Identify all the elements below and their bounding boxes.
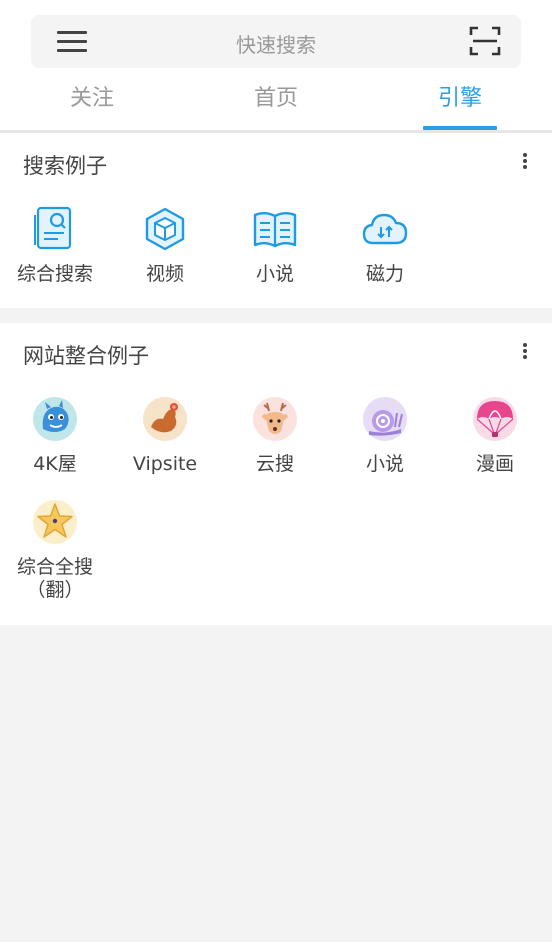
search-examples-title: 搜索例子	[23, 154, 107, 178]
parachute-avatar-icon	[473, 397, 517, 441]
site-item-label: 漫画	[475, 453, 514, 475]
engine-item-novel[interactable]: 小说	[220, 205, 330, 286]
tab-home[interactable]: 首页	[221, 80, 331, 130]
search-examples-card: 搜索例子 综合搜索 视频 小说 磁力	[0, 133, 552, 308]
document-search-icon	[34, 206, 72, 250]
snail-avatar-icon	[363, 397, 407, 441]
tab-follow[interactable]: 关注	[37, 80, 147, 130]
site-examples-card: 网站整合例子 4K屋 Vipsite 云搜 小说 漫画 综合全搜 （翻）	[0, 323, 552, 625]
site-item-label: Vipsite	[132, 453, 198, 475]
search-input[interactable]: 快速搜索	[31, 29, 521, 58]
more-options-icon[interactable]	[520, 151, 530, 175]
site-item-label: 小说	[365, 453, 404, 475]
site-item-4k[interactable]: 4K屋	[0, 395, 110, 476]
site-item-novel[interactable]: 小说	[330, 395, 440, 476]
site-item-all-search[interactable]: 综合全搜 （翻）	[0, 498, 110, 602]
more-options-icon[interactable]	[520, 341, 530, 365]
deer-avatar-icon	[253, 397, 297, 441]
open-book-icon	[253, 212, 297, 248]
site-item-label: 云搜	[255, 453, 294, 475]
site-item-vipsite[interactable]: Vipsite	[110, 395, 220, 476]
tab-bar: 关注 首页 引擎	[0, 80, 552, 130]
engine-item-label: 视频	[145, 263, 184, 285]
site-item-label: 4K屋	[33, 453, 77, 475]
scan-icon[interactable]	[469, 26, 501, 56]
engine-item-video[interactable]: 视频	[110, 205, 220, 286]
site-item-comic[interactable]: 漫画	[440, 395, 550, 476]
top-bar: 快速搜索 关注 首页 引擎	[0, 0, 552, 130]
engine-item-label: 综合搜索	[16, 263, 93, 285]
flexed-arm-avatar-icon	[143, 397, 187, 441]
site-item-cloud-search[interactable]: 云搜	[220, 395, 330, 476]
cube-icon	[145, 207, 185, 251]
cloud-icon	[362, 213, 408, 245]
engine-item-magnet[interactable]: 磁力	[330, 205, 440, 286]
search-bar[interactable]: 快速搜索	[31, 15, 521, 68]
engine-item-label: 小说	[255, 263, 294, 285]
engine-item-label: 磁力	[365, 263, 404, 285]
engine-item-general-search[interactable]: 综合搜索	[0, 205, 110, 286]
site-examples-title: 网站整合例子	[23, 344, 149, 368]
blue-creature-avatar-icon	[33, 397, 77, 441]
starfish-avatar-icon	[33, 500, 77, 544]
site-item-label: 综合全搜 （翻）	[16, 556, 93, 601]
tab-engine[interactable]: 引擎	[405, 80, 515, 130]
